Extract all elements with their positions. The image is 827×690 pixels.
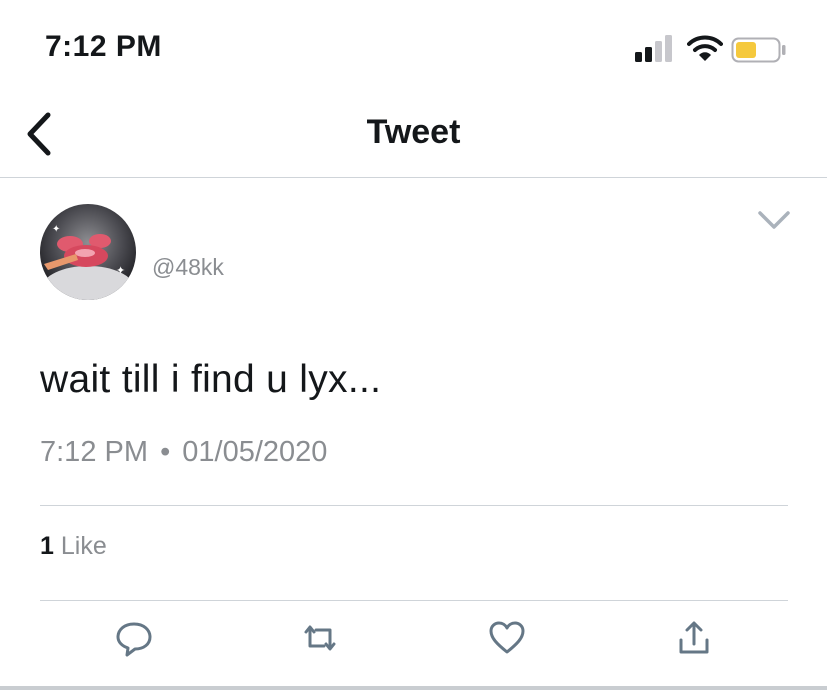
tweet-time: 7:12 PM <box>40 436 148 468</box>
chevron-down-icon[interactable] <box>754 208 794 232</box>
nav-bar: Tweet <box>0 95 827 178</box>
wifi-icon <box>687 35 723 61</box>
tweet-date: 01/05/2020 <box>182 436 328 468</box>
tweet-detail: ✦ ✦ @48kk wait till i find u lyx... 7:12… <box>0 178 827 690</box>
comment-icon[interactable] <box>114 618 154 658</box>
cellular-signal-icon <box>635 35 672 62</box>
likes-number: 1 <box>40 532 54 560</box>
status-time: 7:12 PM <box>45 30 162 63</box>
page-title: Tweet <box>366 113 461 151</box>
tweet-text: wait till i find u lyx... <box>40 358 382 401</box>
likes-label: Like <box>60 532 107 560</box>
bottom-divider <box>0 686 827 690</box>
share-icon[interactable] <box>674 618 714 658</box>
svg-text:✦: ✦ <box>116 264 125 277</box>
action-bar <box>0 618 827 668</box>
divider <box>40 600 788 601</box>
battery-icon <box>731 37 786 63</box>
divider <box>40 505 788 506</box>
timestamp-separator: • <box>160 436 171 468</box>
status-icons <box>635 34 795 64</box>
avatar[interactable]: ✦ ✦ <box>40 204 136 300</box>
svg-text:✦: ✦ <box>52 224 60 235</box>
user-handle[interactable]: @48kk <box>152 254 224 281</box>
tweet-timestamp: 7:12 PM • 01/05/2020 <box>40 436 327 469</box>
status-bar: 7:12 PM <box>0 0 827 95</box>
likes-count[interactable]: 1 Like <box>40 532 107 561</box>
retweet-icon[interactable] <box>300 618 340 658</box>
heart-icon[interactable] <box>487 618 527 658</box>
